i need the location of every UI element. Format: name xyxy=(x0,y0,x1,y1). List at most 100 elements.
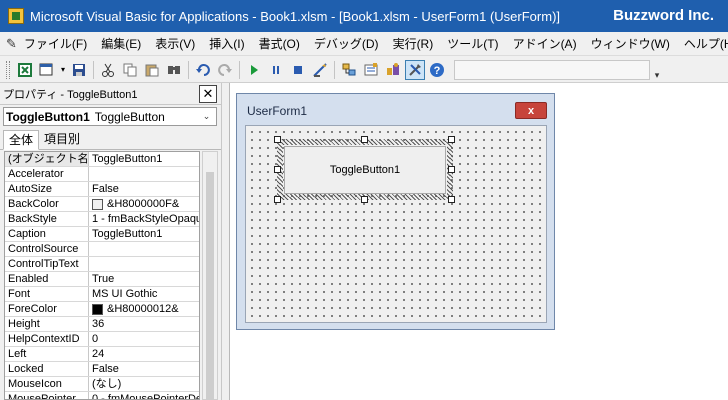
insert-dropdown-icon[interactable]: ▾ xyxy=(59,60,67,80)
paste-icon[interactable] xyxy=(142,60,162,80)
property-value[interactable]: 24 xyxy=(89,347,199,361)
property-row[interactable]: BackStyle 1 - fmBackStyleOpaque xyxy=(5,212,199,227)
help-icon[interactable]: ? xyxy=(427,60,447,80)
scrollbar-thumb[interactable] xyxy=(206,172,214,400)
menu-addins[interactable]: アドイン(A) xyxy=(506,34,584,54)
toolbar-separator xyxy=(239,60,240,79)
resize-handle-top[interactable] xyxy=(361,136,368,143)
find-icon[interactable] xyxy=(164,60,184,80)
properties-scrollbar[interactable] xyxy=(202,151,218,400)
property-row[interactable]: Height 36 xyxy=(5,317,199,332)
property-value-text: &H80000012& xyxy=(107,303,179,315)
menu-bar-icon[interactable]: ✎ xyxy=(6,35,17,53)
resize-handle-top-left[interactable] xyxy=(274,136,281,143)
run-icon[interactable] xyxy=(244,60,264,80)
property-value[interactable]: True xyxy=(89,272,199,286)
tab-alphabetic[interactable]: 全体 xyxy=(3,130,40,150)
property-row[interactable]: MousePointer0 - fmMousePointerDefault xyxy=(5,392,199,399)
object-browser-icon[interactable] xyxy=(383,60,403,80)
userform-window[interactable]: UserForm1 x ToggleButton1 xyxy=(236,93,555,330)
property-value[interactable]: 36 xyxy=(89,317,199,331)
menu-insert[interactable]: 挿入(I) xyxy=(202,34,251,54)
resize-handle-bottom[interactable] xyxy=(361,196,368,203)
property-value[interactable]: (なし) xyxy=(89,377,199,391)
property-value[interactable]: 0 - fmMousePointerDefault xyxy=(89,392,199,399)
toggle-button[interactable]: ToggleButton1 xyxy=(284,146,446,194)
design-mode-icon[interactable] xyxy=(310,60,330,80)
userform-close-button[interactable]: x xyxy=(515,102,547,119)
resize-handle-left[interactable] xyxy=(274,166,281,173)
property-value[interactable]: False xyxy=(89,182,199,196)
property-row[interactable]: ForeColor &H80000012& xyxy=(5,302,199,317)
chevron-down-icon[interactable]: ⌄ xyxy=(199,109,214,124)
property-row[interactable]: ControlSource xyxy=(5,242,199,257)
vba-app-icon[interactable] xyxy=(8,8,24,24)
menu-run[interactable]: 実行(R) xyxy=(386,34,441,54)
reset-icon[interactable] xyxy=(288,60,308,80)
property-value[interactable] xyxy=(89,242,199,256)
property-value[interactable]: &H80000012& xyxy=(89,302,199,316)
menu-window[interactable]: ウィンドウ(W) xyxy=(584,34,677,54)
toolbar-grip[interactable] xyxy=(6,60,10,79)
properties-header: プロパティ - ToggleButton1 ✕ xyxy=(0,83,221,105)
menu-view[interactable]: 表示(V) xyxy=(148,34,202,54)
resize-handle-right[interactable] xyxy=(448,166,455,173)
userform-client-area[interactable]: ToggleButton1 xyxy=(245,125,547,323)
property-value[interactable]: 0 xyxy=(89,332,199,346)
undo-icon[interactable] xyxy=(193,60,213,80)
property-row[interactable]: Locked False xyxy=(5,362,199,377)
property-value[interactable]: 1 - fmBackStyleOpaque xyxy=(89,212,199,226)
property-value[interactable]: &H8000000F& xyxy=(89,197,199,211)
property-row[interactable]: Enabled True xyxy=(5,272,199,287)
property-row[interactable]: (オブジェクト名) ToggleButton1 xyxy=(5,152,199,167)
property-name: BackColor xyxy=(5,197,89,211)
property-value[interactable]: ToggleButton1 xyxy=(89,152,199,166)
toolbox-icon[interactable] xyxy=(405,59,425,80)
position-readout xyxy=(454,59,650,80)
menu-debug[interactable]: デバッグ(D) xyxy=(307,34,386,54)
property-name: HelpContextID xyxy=(5,332,89,346)
property-row[interactable]: AutoSize False xyxy=(5,182,199,197)
property-row[interactable]: Left 24 xyxy=(5,347,199,362)
tab-categorized[interactable]: 項目別 xyxy=(39,130,85,149)
object-selector[interactable]: ToggleButton1 ToggleButton ⌄ xyxy=(3,107,217,126)
insert-userform-icon[interactable] xyxy=(37,60,57,80)
redo-icon[interactable] xyxy=(215,60,235,80)
property-value[interactable]: False xyxy=(89,362,199,376)
property-row[interactable]: HelpContextID 0 xyxy=(5,332,199,347)
cut-icon[interactable] xyxy=(98,60,118,80)
resize-handle-top-right[interactable] xyxy=(448,136,455,143)
brand-label: Buzzword Inc. xyxy=(613,7,714,24)
property-row[interactable]: MouseIcon (なし) xyxy=(5,377,199,392)
property-row[interactable]: BackColor &H8000000F& xyxy=(5,197,199,212)
menu-tools[interactable]: ツール(T) xyxy=(440,34,505,54)
resize-handle-bottom-right[interactable] xyxy=(448,196,455,203)
property-name: (オブジェクト名) xyxy=(5,152,89,166)
toolbar-options-icon[interactable]: ▾ xyxy=(652,59,662,81)
project-explorer-icon[interactable] xyxy=(339,60,359,80)
menu-help[interactable]: ヘルプ(H) xyxy=(677,34,728,54)
property-row[interactable]: Caption ToggleButton1 xyxy=(5,227,199,242)
property-row[interactable]: ControlTipText xyxy=(5,257,199,272)
menu-edit[interactable]: 編集(E) xyxy=(94,34,148,54)
property-row[interactable]: Accelerator xyxy=(5,167,199,182)
property-value-text: False xyxy=(92,183,119,195)
standard-toolbar: ▾ ? ▾ xyxy=(0,57,728,83)
property-value-text: True xyxy=(92,273,115,285)
property-value[interactable]: ToggleButton1 xyxy=(89,227,199,241)
property-value[interactable] xyxy=(89,257,199,271)
save-icon[interactable] xyxy=(69,60,89,80)
title-bar: Microsoft Visual Basic for Applications … xyxy=(0,0,728,32)
menu-format[interactable]: 書式(O) xyxy=(252,34,307,54)
properties-icon[interactable] xyxy=(361,60,381,80)
property-value[interactable]: MS UI Gothic xyxy=(89,287,199,301)
menu-file[interactable]: ファイル(F) xyxy=(17,34,94,54)
properties-tabs: 全体 項目別 xyxy=(0,129,221,150)
excel-view-icon[interactable] xyxy=(15,60,35,80)
property-row[interactable]: Font MS UI Gothic xyxy=(5,287,199,302)
copy-icon[interactable] xyxy=(120,60,140,80)
resize-handle-bottom-left[interactable] xyxy=(274,196,281,203)
break-icon[interactable] xyxy=(266,60,286,80)
property-value[interactable] xyxy=(89,167,199,181)
properties-close-button[interactable]: ✕ xyxy=(199,84,217,103)
